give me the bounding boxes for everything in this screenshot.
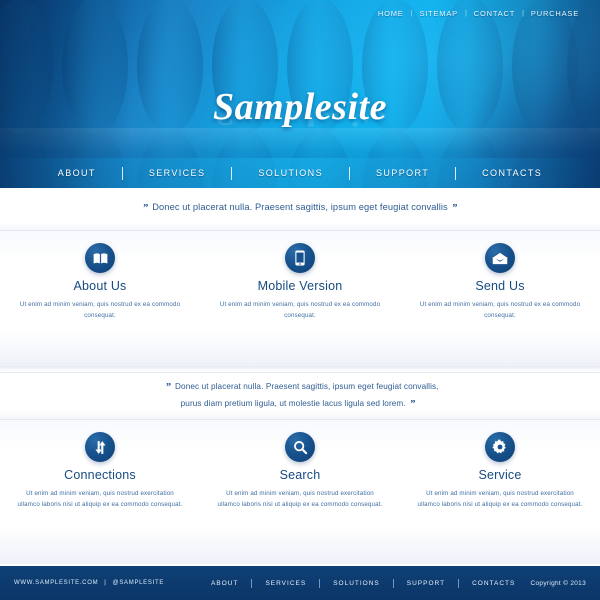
feature-description: Ut enim ad minim veniam, quis nostrud ex…	[17, 490, 183, 508]
footer-contact-block: WWW.SAMPLESITE.COM | @SAMPLESITE	[14, 580, 164, 586]
smartphone-icon	[285, 243, 315, 273]
quote-middle-text: ” Donec ut placerat nulla. Praesent sagit…	[161, 379, 438, 413]
feature-card-service[interactable]: Service Ut enim ad minim veniam, quis no…	[400, 432, 600, 564]
feature-description: Ut enim ad minim veniam, quis nostrud ex…	[219, 301, 381, 319]
topnav-separator: |	[410, 10, 413, 17]
quote-top-text: ” Donec ut placerat nulla. Praesent sagit…	[139, 200, 462, 217]
nav-item-support[interactable]: SUPPORT	[350, 168, 455, 178]
site-header: HOME | SITEMAP | CONTACT | PURCHASE Samp…	[0, 0, 600, 188]
footer-nav-item-contacts[interactable]: CONTACTS	[459, 580, 528, 587]
feature-card-search[interactable]: Search Ut enim ad minim veniam, quis nos…	[200, 432, 400, 564]
topnav-item-home[interactable]: HOME	[371, 9, 411, 18]
feature-card-mobile-version[interactable]: Mobile Version Ut enim ad minim veniam, …	[200, 243, 400, 366]
footer-separator: |	[104, 580, 107, 586]
topnav-item-sitemap[interactable]: SITEMAP	[412, 9, 465, 18]
feature-card-about-us[interactable]: About Us Ut enim ad minim veniam, quis n…	[0, 243, 200, 366]
nav-item-contacts[interactable]: CONTACTS	[456, 168, 568, 178]
quote-close-mark: ”	[409, 398, 416, 410]
feature-title: Connections	[64, 468, 136, 482]
feature-card-send-us[interactable]: Send Us Ut enim ad minim veniam, quis no…	[400, 243, 600, 366]
feature-title: Send Us	[475, 279, 525, 293]
feature-title: Service	[478, 468, 522, 482]
quote-band-top: ” Donec ut placerat nulla. Praesent sagit…	[0, 188, 600, 231]
quote-open-mark: ”	[142, 202, 149, 215]
top-utility-nav: HOME | SITEMAP | CONTACT | PURCHASE	[371, 9, 586, 18]
feature-description: Ut enim ad minim veniam, quis nostrud ex…	[19, 301, 181, 319]
footer-nav-item-support[interactable]: SUPPORT	[394, 580, 458, 587]
envelope-icon	[485, 243, 515, 273]
quote-close-mark: ”	[451, 202, 458, 215]
feature-description: Ut enim ad minim veniam, quis nostrud ex…	[419, 301, 581, 319]
quote-open-mark: ”	[165, 380, 172, 393]
quote-middle-line1: Donec ut placerat nulla. Praesent sagitt…	[175, 381, 439, 391]
quote-top-body: Donec ut placerat nulla. Praesent sagitt…	[152, 202, 448, 213]
gear-icon	[485, 432, 515, 462]
feature-description: Ut enim ad minim veniam, quis nostrud ex…	[417, 490, 583, 508]
footer-social-handle[interactable]: @SAMPLESITE	[113, 580, 164, 586]
website-mockup: HOME | SITEMAP | CONTACT | PURCHASE Samp…	[0, 0, 600, 600]
quote-middle-line2: purus diam pretium ligula, ut molestie l…	[180, 399, 406, 408]
feature-title: Search	[279, 468, 321, 482]
arrows-updown-icon	[85, 432, 115, 462]
logo-block[interactable]: Samplesite Samplesite	[0, 88, 600, 168]
feature-title: About Us	[73, 279, 127, 293]
features-row-top: About Us Ut enim ad minim veniam, quis n…	[0, 231, 600, 366]
quote-band-middle: ” Donec ut placerat nulla. Praesent sagit…	[0, 372, 600, 420]
nav-item-services[interactable]: SERVICES	[123, 168, 232, 178]
feature-description: Ut enim ad minim veniam, quis nostrud ex…	[217, 490, 383, 508]
magnifier-icon	[285, 432, 315, 462]
topnav-item-contact[interactable]: CONTACT	[467, 9, 522, 18]
copyright-text: Copyright © 2013	[530, 579, 586, 587]
footer-nav-item-services[interactable]: SERVICES	[252, 580, 319, 587]
open-book-icon	[85, 243, 115, 273]
feature-card-connections[interactable]: Connections Ut enim ad minim veniam, qui…	[0, 432, 200, 564]
nav-item-about[interactable]: ABOUT	[32, 168, 122, 178]
footer-nav-item-solutions[interactable]: SOLUTIONS	[320, 580, 393, 587]
site-footer: WWW.SAMPLESITE.COM | @SAMPLESITE ABOUT S…	[0, 566, 600, 600]
topnav-separator: |	[522, 10, 524, 17]
footer-website-link[interactable]: WWW.SAMPLESITE.COM	[14, 580, 98, 586]
features-row-bottom: Connections Ut enim ad minim veniam, qui…	[0, 420, 600, 564]
footer-nav-item-about[interactable]: ABOUT	[198, 580, 251, 587]
topnav-item-purchase[interactable]: PURCHASE	[524, 9, 586, 18]
topnav-separator: |	[464, 10, 467, 17]
footer-nav: ABOUT SERVICES SOLUTIONS SUPPORT CONTACT…	[198, 578, 528, 588]
feature-title: Mobile Version	[257, 279, 343, 293]
main-nav: ABOUT SERVICES SOLUTIONS SUPPORT CONTACT…	[0, 158, 600, 188]
site-logo-reflection: Samplesite	[213, 98, 387, 132]
nav-item-solutions[interactable]: SOLUTIONS	[232, 168, 349, 178]
